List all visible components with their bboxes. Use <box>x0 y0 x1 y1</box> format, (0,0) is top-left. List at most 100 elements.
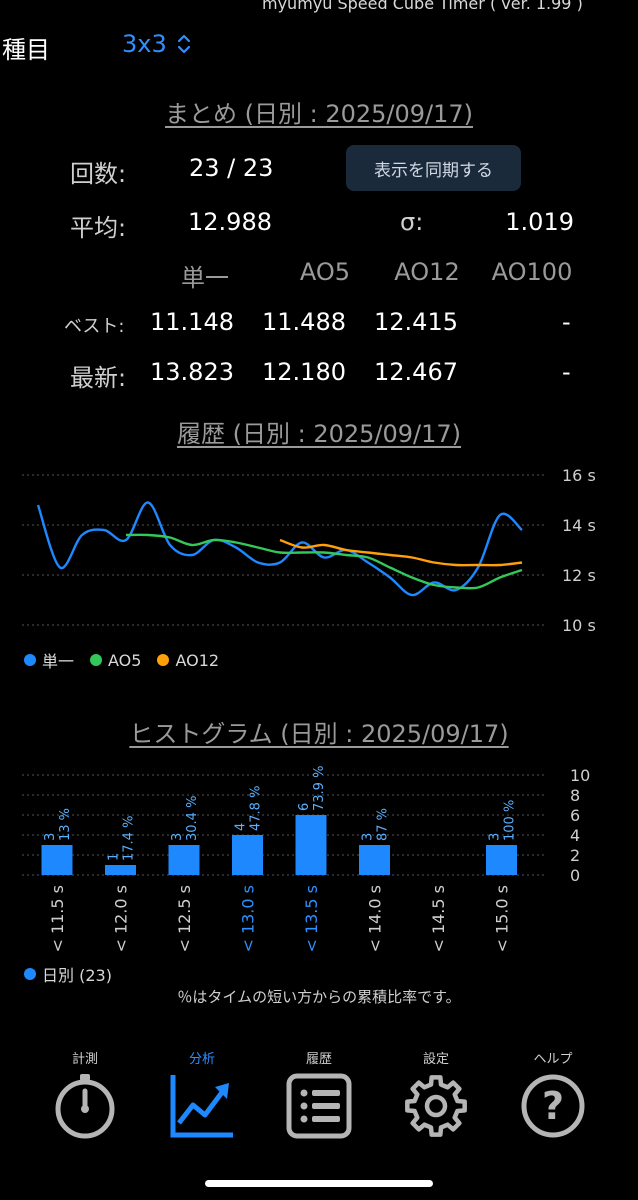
histogram-ytick-label: 10 <box>570 766 590 785</box>
count-value: 23 / 23 <box>189 154 274 182</box>
column-header-ao12: AO12 <box>394 258 460 286</box>
event-label: 種目 <box>2 36 50 64</box>
histogram-category-tick: < 15.0 s <box>493 885 512 953</box>
histogram-count-label: 4 <box>234 823 249 831</box>
histogram-bar <box>486 845 517 875</box>
histogram-category-tick: < 13.0 s <box>239 885 258 953</box>
histogram-bar <box>105 865 136 875</box>
history-title: 履歴 (日別 : 2025/09/17) <box>176 420 462 448</box>
histogram-category-label: < 11.5 s <box>48 885 67 953</box>
tab-analysis-label: 分析 <box>188 1052 215 1067</box>
histogram-category-label: < 12.0 s <box>112 885 131 953</box>
legend-ao5-label: AO5 <box>108 650 142 670</box>
histogram-bar <box>295 815 327 875</box>
histogram-bar-label: 3 30.4 % <box>170 796 200 841</box>
sigma-label: σ: <box>400 208 424 236</box>
history-series-line <box>125 533 523 590</box>
histogram-bar <box>359 845 390 875</box>
latest-single-value: 13.823 <box>150 358 234 386</box>
histogram-ytick-label: 6 <box>570 806 580 825</box>
histogram-bar <box>168 845 200 875</box>
legend-single: 単一 <box>24 648 74 672</box>
legend-single-dot <box>24 654 36 666</box>
histogram-percent-label: 13 % <box>58 808 73 841</box>
histogram-category-tick: < 14.0 s <box>366 885 385 953</box>
best-ao12-value: 12.415 <box>374 308 458 336</box>
histogram-bar-label: 3 100 % <box>488 800 518 841</box>
histogram-bar-label: 1 17.4 % <box>107 816 137 861</box>
gear-icon <box>405 1075 467 1137</box>
histogram-percent-label: 17.4 % <box>122 816 137 861</box>
legend-ao12-label: AO12 <box>175 650 220 670</box>
app-title: myumyu Speed Cube Timer ( ver. 1.99 ) <box>262 0 583 13</box>
legend-ao12-dot <box>157 654 170 666</box>
svg-text:?: ? <box>542 1084 564 1128</box>
tab-analysis[interactable]: 分析 <box>157 1048 247 1141</box>
histogram-chart: 02468103 13 %< 11.5 s1 17.4 %< 12.0 s3 30.4… <box>22 766 590 953</box>
histogram-category-label: < 14.0 s <box>366 885 385 953</box>
histogram-category-label: < 12.5 s <box>175 885 194 953</box>
event-value: 3x3 <box>122 30 167 58</box>
histogram-category-label: < 14.5 s <box>429 885 448 953</box>
histogram-legend-label: 日別 (23) <box>42 966 112 985</box>
histogram-percent-label: 87 % <box>376 808 391 841</box>
histogram-ytick-label: 8 <box>570 786 580 805</box>
histogram-bar <box>232 835 263 875</box>
sigma-value: 1.019 <box>505 208 574 236</box>
legend-ao5-dot <box>90 654 103 666</box>
tab-settings-label: 設定 <box>422 1052 449 1067</box>
histogram-category-label: < 15.0 s <box>493 885 512 953</box>
home-indicator <box>205 1180 433 1187</box>
gear-outline <box>405 1075 467 1137</box>
histogram-count-label: 6 <box>297 803 312 811</box>
legend-ao12: AO12 <box>157 648 219 672</box>
tab-bar: 計測 分析 履歴 設定 ヘルプ ? <box>40 1048 598 1141</box>
histogram-bar-label: 6 73.9 % <box>297 766 327 811</box>
best-single-value: 11.148 <box>150 308 234 336</box>
histogram-legend-dot <box>24 968 36 980</box>
average-label: 平均: <box>70 214 127 242</box>
history-series-line <box>36 501 523 597</box>
history-ytick-label: 10 s <box>562 616 596 635</box>
histogram-count-label: 3 <box>170 833 185 841</box>
histogram-ytick-label: 0 <box>570 866 580 885</box>
history-ytick-label: 14 s <box>562 516 596 535</box>
latest-row-label: 最新: <box>70 364 127 392</box>
best-ao100-value: - <box>562 308 571 336</box>
histogram-percent-label: 100 % <box>503 800 518 841</box>
histogram-category-tick: < 13.5 s <box>302 885 321 953</box>
tab-timer[interactable]: 計測 <box>40 1048 130 1141</box>
sync-display-button[interactable]: 表示を同期する <box>346 145 521 191</box>
tab-history[interactable]: 履歴 <box>274 1048 364 1141</box>
latest-ao12-value: 12.467 <box>374 358 458 386</box>
latest-ao5-value: 12.180 <box>262 358 346 386</box>
event-select[interactable]: 3x3 <box>122 30 191 58</box>
histogram-percent-label: 73.9 % <box>312 766 327 811</box>
chevron-up-down-icon <box>177 34 190 54</box>
histogram-count-label: 3 <box>488 833 503 841</box>
legend-ao5: AO5 <box>90 648 141 672</box>
history-ytick-label: 16 s <box>562 466 596 485</box>
tab-settings[interactable]: 設定 <box>391 1048 481 1141</box>
histogram-category-tick: < 11.5 s <box>48 885 67 953</box>
best-ao5-value: 11.488 <box>262 308 346 336</box>
tab-timer-label: 計測 <box>71 1052 98 1067</box>
histogram-count-label: 1 <box>107 853 122 861</box>
histogram-bar <box>41 845 73 875</box>
tab-help[interactable]: ヘルプ ? <box>508 1048 598 1141</box>
histogram-category-tick: < 12.0 s <box>112 885 131 953</box>
count-label: 回数: <box>70 160 127 188</box>
legend-single-label: 単一 <box>42 652 75 671</box>
histogram-legend: 日別 (23) <box>24 962 112 986</box>
histogram-title: ヒストグラム (日別 : 2025/09/17) <box>129 720 509 748</box>
histogram-percent-label: 47.8 % <box>249 786 264 831</box>
history-ytick-label: 12 s <box>562 566 596 585</box>
histogram-percent-label: 30.4 % <box>185 796 200 841</box>
histogram-note: ％はタイムの短い方からの累積比率です。 <box>177 988 461 1006</box>
history-chart: 16 s 14 s 12 s 10 s <box>22 466 596 635</box>
histogram-ytick-label: 4 <box>570 826 580 845</box>
column-header-single: 単一 <box>181 264 229 292</box>
list-icon <box>286 1073 352 1139</box>
histogram-bar-label: 3 87 % <box>361 808 391 841</box>
histogram-category-tick: < 14.5 s <box>429 885 448 953</box>
